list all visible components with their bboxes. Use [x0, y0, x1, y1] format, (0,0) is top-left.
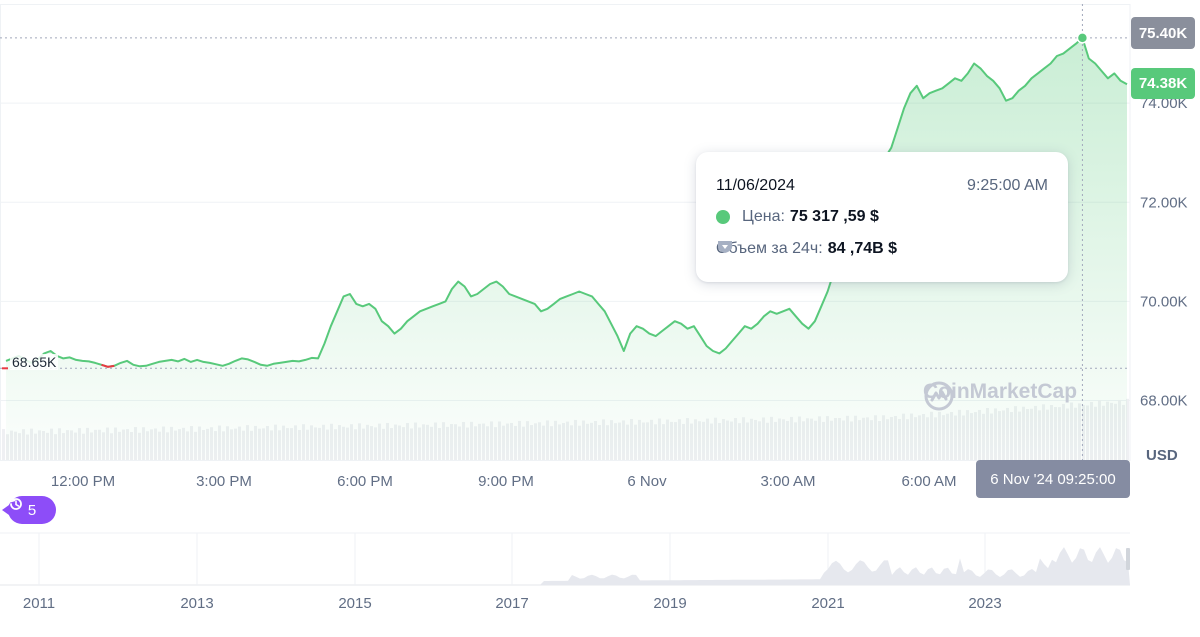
volume-shield-icon [718, 241, 732, 253]
history-count: 5 [27, 501, 37, 519]
x-tick-label: 12:00 PM [51, 473, 115, 490]
navigator-year-label: 2017 [495, 595, 528, 612]
navigator-year-label: 2015 [338, 595, 371, 612]
high-price-badge: 75.40K [1131, 17, 1195, 49]
x-tick-label: 6:00 AM [901, 473, 956, 490]
x-tick-label: 6 Nov [627, 473, 667, 490]
navigator-area [0, 547, 1130, 585]
x-tick-label: 3:00 AM [760, 473, 815, 490]
tooltip-price-label: Цена: [742, 208, 785, 225]
chart-canvas[interactable]: 68.00K70.00K72.00K74.00KUSD12:00 PM 3:00 … [0, 0, 1200, 637]
history-button[interactable]: 5 [2, 496, 56, 524]
tooltip-volume-value: 84 ,74B $ [827, 240, 898, 257]
y-tick-label: 70.00K [1140, 293, 1188, 310]
navigator-year-label: 2019 [653, 595, 686, 612]
cursor-time-badge: 6 Nov '24 09:25:00 [976, 460, 1130, 498]
coinmarketcap-logo-icon [924, 381, 954, 411]
y-tick-label: 68.00K [1140, 393, 1188, 410]
tooltip-price-value: 75 317 ,59 $ [789, 208, 879, 225]
tooltip-time: 9:25:00 AM [967, 177, 1048, 194]
history-icon [9, 497, 22, 510]
start-price-label: 68.65K [10, 354, 59, 370]
tooltip-volume-row: Объем за 24ч: 84 ,74B $ [716, 240, 897, 258]
y-tick-label: 72.00K [1140, 194, 1188, 211]
watermark: CoinMarketCap [923, 380, 1077, 411]
price-tooltip: 11/06/2024 9:25:00 AM Цена: 75 317 ,59 $… [696, 152, 1068, 282]
navigator-year-label: 2013 [180, 595, 213, 612]
price-dot-icon [716, 210, 730, 224]
current-price-badge: 74.38K [1131, 68, 1195, 99]
currency-unit-label: USD [1146, 447, 1178, 464]
price-chart[interactable]: 68.00K 70.00K 72.00K 74.00K USD 12:00 PM 3:00 … [0, 0, 1200, 637]
tooltip-price-row: Цена: 75 317 ,59 $ [716, 208, 879, 226]
hover-point [1076, 32, 1089, 44]
navigator-year-label: 2023 [968, 595, 1001, 612]
x-tick-label: 6:00 PM [337, 473, 393, 490]
volume-bar [2, 429, 5, 460]
navigator-year-label: 2011 [23, 595, 55, 612]
x-tick-label: 9:00 PM [478, 473, 534, 490]
x-tick-label: 3:00 PM [196, 473, 252, 490]
tooltip-date: 11/06/2024 [716, 177, 795, 194]
navigator-handle [1126, 548, 1130, 570]
navigator-year-label: 2021 [811, 595, 844, 612]
